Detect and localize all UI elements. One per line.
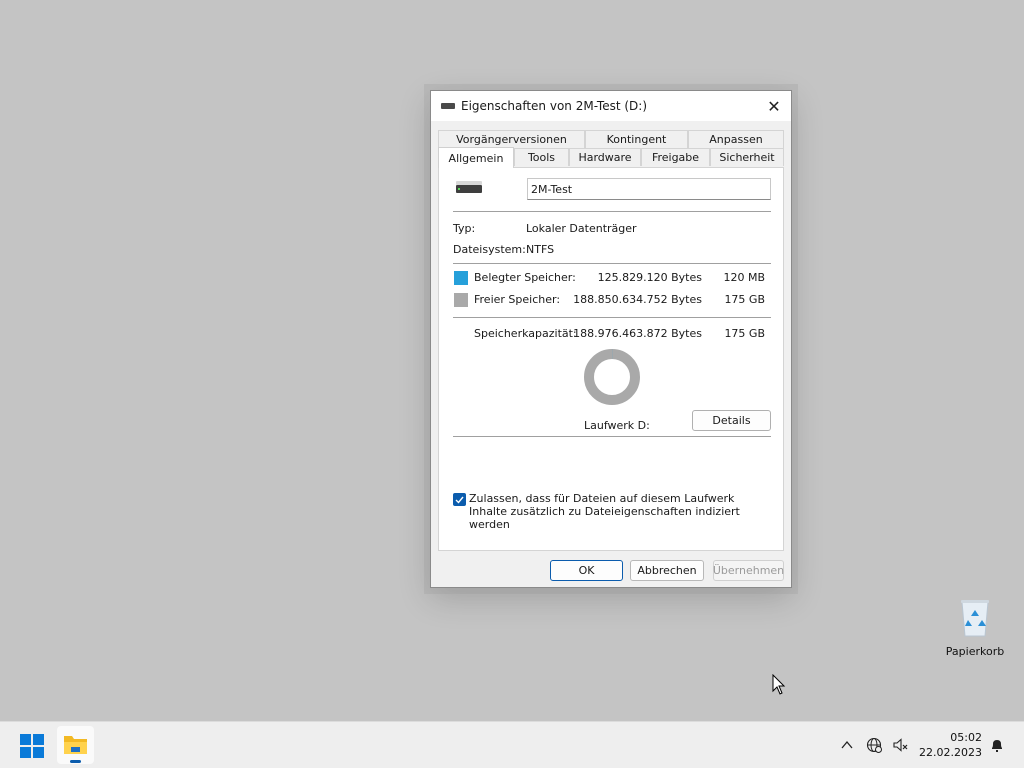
details-button[interactable]: Details (692, 410, 771, 431)
free-space-size: 175 GB (724, 293, 765, 306)
tab-freigabe[interactable]: Freigabe (641, 148, 710, 166)
notification-icon[interactable] (989, 737, 1005, 753)
checkmark-icon (455, 496, 464, 504)
active-indicator (70, 760, 81, 763)
index-checkbox[interactable] (453, 493, 466, 506)
properties-dialog: Eigenschaften von 2M-Test (D:) ✕ Vorgäng… (430, 90, 792, 588)
usage-donut-chart (584, 349, 640, 405)
free-space-label: Freier Speicher: (474, 293, 561, 306)
apply-button[interactable]: Übernehmen (713, 560, 784, 581)
free-space-bytes: 188.850.634.752 Bytes (573, 293, 702, 306)
filesystem-value: NTFS (526, 243, 555, 256)
taskbar: 05:02 22.02.2023 (0, 721, 1024, 768)
tab-tools[interactable]: Tools (514, 148, 569, 166)
index-checkbox-label[interactable]: Zulassen, dass für Dateien auf diesem La… (469, 492, 769, 531)
clock-time: 05:02 (950, 731, 982, 744)
separator (453, 211, 771, 212)
mouse-cursor-icon (772, 674, 786, 695)
speaker-muted-icon[interactable] (892, 737, 908, 753)
drive-letter-label: Laufwerk D: (584, 419, 650, 432)
tab-kontingent[interactable]: Kontingent (585, 130, 688, 148)
tab-hardware[interactable]: Hardware (569, 148, 641, 166)
capacity-bytes: 188.976.463.872 Bytes (573, 327, 702, 340)
tab-anpassen[interactable]: Anpassen (688, 130, 784, 148)
ok-button[interactable]: OK (550, 560, 623, 581)
network-icon[interactable] (866, 737, 882, 753)
separator (453, 317, 771, 318)
used-space-swatch (454, 271, 468, 285)
general-panel: Typ: Lokaler Datenträger Dateisystem: NT… (438, 167, 784, 551)
free-space-ring (584, 349, 640, 405)
clock-date: 22.02.2023 (919, 746, 982, 759)
file-explorer-icon (64, 736, 87, 754)
file-explorer-taskbar-button[interactable] (57, 726, 94, 764)
title-bar[interactable]: Eigenschaften von 2M-Test (D:) ✕ (431, 91, 791, 121)
used-space-size: 120 MB (723, 271, 765, 284)
windows-start-icon[interactable] (20, 734, 44, 758)
recycle-bin-desktop-icon[interactable]: Papierkorb (944, 598, 1006, 658)
type-value: Lokaler Datenträger (526, 222, 637, 235)
separator (453, 436, 771, 437)
drive-name-input[interactable] (527, 178, 771, 200)
dialog-title: Eigenschaften von 2M-Test (D:) (461, 99, 648, 113)
filesystem-label: Dateisystem: (453, 243, 526, 256)
tab-sicherheit[interactable]: Sicherheit (710, 148, 784, 166)
capacity-label: Speicherkapazität: (474, 327, 577, 340)
type-label: Typ: (453, 222, 476, 235)
hard-drive-icon (456, 181, 482, 193)
chevron-up-icon[interactable] (839, 737, 855, 753)
tab-vorgaengerversionen[interactable]: Vorgängerversionen (438, 130, 585, 148)
recycle-bin-label: Papierkorb (945, 645, 1005, 658)
used-space-label: Belegter Speicher: (474, 271, 576, 284)
system-clock[interactable]: 05:02 22.02.2023 (916, 730, 982, 760)
separator (453, 263, 771, 264)
recycle-bin-icon (961, 600, 989, 637)
close-button[interactable]: ✕ (757, 91, 791, 121)
used-space-bytes: 125.829.120 Bytes (597, 271, 702, 284)
capacity-size: 175 GB (724, 327, 765, 340)
tab-allgemein[interactable]: Allgemein (438, 147, 514, 168)
free-space-swatch (454, 293, 468, 307)
cancel-button[interactable]: Abbrechen (630, 560, 704, 581)
drive-icon (441, 103, 455, 109)
